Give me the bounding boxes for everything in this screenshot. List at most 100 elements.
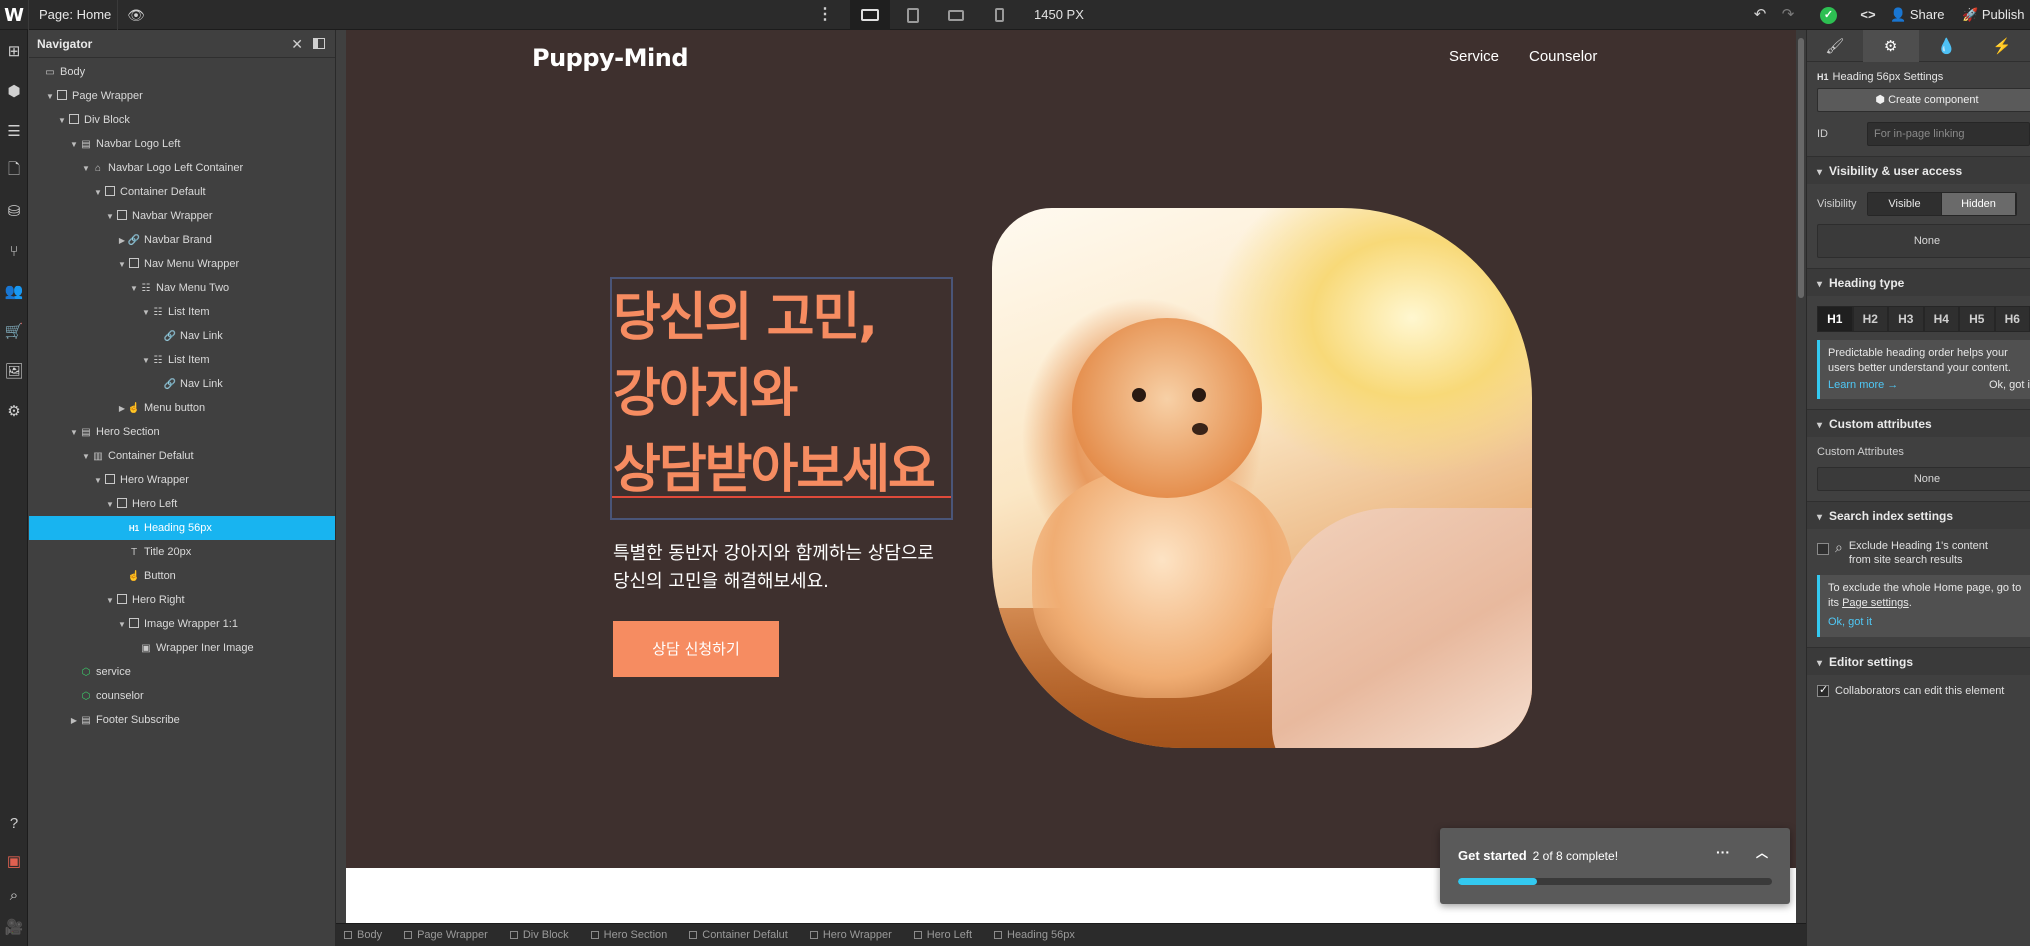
heading-type-h4[interactable]: H4 — [1923, 306, 1959, 332]
navigator-item[interactable]: ▼ ☷ List Item — [29, 300, 335, 324]
caret-down-icon[interactable]: ▼ — [141, 301, 151, 325]
caret-down-icon[interactable]: ▼ — [93, 181, 103, 205]
caret-down-icon[interactable]: ▼ — [93, 469, 103, 493]
hero-section[interactable]: Puppy-Mind Service Counselor 당신의 고민, 강아지… — [346, 30, 1796, 868]
caret-down-icon[interactable]: ▼ — [105, 493, 115, 517]
assets-icon[interactable]: 🖼 — [0, 358, 28, 384]
nav-link-service[interactable]: Service — [1449, 48, 1499, 65]
caret-down-icon[interactable]: ▼ — [105, 589, 115, 613]
video-icon[interactable]: 🎥 — [0, 914, 28, 940]
search-exclude-checkbox[interactable] — [1817, 543, 1829, 555]
webflow-logo[interactable]: W — [0, 0, 28, 30]
navigator-item[interactable]: ▼ Nav Menu Wrapper — [29, 252, 335, 276]
navigator-item[interactable]: ☝ Button — [29, 564, 335, 588]
canvas-scrollbar[interactable] — [1796, 30, 1806, 923]
record-icon[interactable]: ▣ — [0, 848, 28, 874]
editor-settings-section-header[interactable]: Editor settings — [1807, 647, 2030, 675]
heading-type-h3[interactable]: H3 — [1888, 306, 1924, 332]
mobile-portrait-breakpoint-button[interactable] — [979, 0, 1019, 30]
visibility-section-header[interactable]: Visibility & user access — [1807, 156, 2030, 184]
status-check-icon[interactable]: ✓ — [1820, 7, 1837, 24]
navigator-item[interactable]: ▼ ☷ Nav Menu Two — [29, 276, 335, 300]
search-ok-link[interactable]: Ok, got it — [1828, 616, 1872, 628]
page-settings-link[interactable]: Page settings — [1842, 597, 1909, 609]
tablet-breakpoint-button[interactable] — [893, 0, 933, 30]
search-index-section-header[interactable]: Search index settings — [1807, 501, 2030, 529]
more-options-icon[interactable]: ⋮ — [815, 0, 835, 30]
design-canvas[interactable]: Puppy-Mind Service Counselor 당신의 고민, 강아지… — [346, 30, 1796, 923]
logic-icon[interactable]: ⑂ — [0, 238, 28, 264]
breadcrumb-item[interactable]: Div Block — [509, 929, 569, 941]
get-started-widget[interactable]: Get started 2 of 8 complete! ··· ︿ — [1440, 828, 1790, 904]
navigator-item[interactable]: ▭ Body — [29, 60, 335, 84]
custom-attributes-section-header[interactable]: Custom attributes — [1807, 409, 2030, 437]
interactions-bolt-icon[interactable]: ⚡ — [1974, 30, 2030, 62]
visibility-hidden-option[interactable]: Hidden — [1942, 193, 2016, 215]
navigator-item[interactable]: ▼ ☷ List Item — [29, 348, 335, 372]
heading-type-h1[interactable]: H1 — [1817, 306, 1853, 332]
navigator-item[interactable]: ▼ Navbar Wrapper — [29, 204, 335, 228]
caret-down-icon[interactable]: ▼ — [57, 109, 67, 133]
navigator-item[interactable]: H1 Heading 56px — [29, 516, 335, 540]
navbar-brand[interactable]: Puppy-Mind — [532, 44, 689, 72]
navigator-item[interactable]: ⬡ counselor — [29, 684, 335, 708]
breadcrumb-item[interactable]: Heading 56px — [994, 929, 1075, 941]
code-icon[interactable]: <> — [1856, 0, 1880, 30]
navigator-item[interactable]: ▼ Page Wrapper — [29, 84, 335, 108]
navigator-item[interactable]: ▼ ⌂ Navbar Logo Left Container — [29, 156, 335, 180]
collaborators-checkbox[interactable] — [1817, 683, 1829, 698]
caret-down-icon[interactable]: ▼ — [69, 133, 79, 157]
breadcrumb-item[interactable]: Container Defalut — [689, 929, 788, 941]
breadcrumb-item[interactable]: Hero Section — [590, 929, 667, 941]
navigator-item[interactable]: ▼ Hero Left — [29, 492, 335, 516]
dock-panel-icon[interactable] — [313, 38, 325, 49]
consultation-request-button[interactable]: 상담 신청하기 — [613, 621, 779, 677]
cms-icon[interactable]: ⛁ — [0, 198, 28, 224]
navigator-item[interactable]: ▼ ▥ Container Defalut — [29, 444, 335, 468]
heading-type-h5[interactable]: H5 — [1959, 306, 1995, 332]
preview-eye-icon[interactable]: 👁 — [124, 0, 148, 30]
heading-type-h6[interactable]: H6 — [1994, 306, 2030, 332]
visibility-visible-option[interactable]: Visible — [1868, 193, 1942, 215]
nav-link-counselor[interactable]: Counselor — [1529, 48, 1597, 65]
learn-more-link[interactable]: Learn more → — [1828, 379, 1898, 391]
caret-down-icon[interactable]: ▼ — [141, 349, 151, 373]
caret-right-icon[interactable]: ▶ — [117, 397, 127, 421]
navigator-item[interactable]: ⬡ service — [29, 660, 335, 684]
pages-icon[interactable]: 🗋 — [0, 158, 28, 184]
navigator-item[interactable]: T Title 20px — [29, 540, 335, 564]
breadcrumb-item[interactable]: Page Wrapper — [404, 929, 488, 941]
caret-down-icon[interactable]: ▼ — [81, 445, 91, 469]
users-icon[interactable]: 👥 — [0, 278, 28, 304]
settings-gear-icon[interactable]: ⚙ — [0, 398, 28, 424]
mobile-landscape-breakpoint-button[interactable] — [936, 0, 976, 30]
more-icon[interactable]: ··· — [1716, 844, 1730, 860]
settings-gear-icon[interactable]: ⚙ — [1862, 30, 1919, 62]
caret-down-icon[interactable]: ▼ — [117, 253, 127, 277]
navigator-item[interactable]: 🔗 Nav Link — [29, 372, 335, 396]
id-input[interactable]: For in-page linking — [1867, 122, 2030, 146]
create-component-button[interactable]: ⬢ Create component — [1817, 88, 2030, 112]
breadcrumb-item[interactable]: Body — [344, 929, 382, 941]
breadcrumb-item[interactable]: Hero Wrapper — [809, 929, 892, 941]
navigator-item[interactable]: ▶ ▤ Footer Subscribe — [29, 708, 335, 732]
desktop-breakpoint-button[interactable] — [850, 0, 890, 30]
components-icon[interactable]: ⬢ — [0, 78, 28, 104]
help-icon[interactable]: ? — [0, 810, 28, 836]
chevron-up-icon[interactable]: ︿ — [1756, 844, 1768, 861]
style-brush-icon[interactable]: 🖌 — [1807, 30, 1863, 62]
navigator-icon[interactable]: ☰ — [0, 118, 28, 144]
scrollbar-thumb[interactable] — [1798, 38, 1804, 298]
hero-subtitle[interactable]: 특별한 동반자 강아지와 함께하는 상담으로 당신의 고민을 해결해보세요. — [613, 540, 973, 596]
navigator-item[interactable]: ▣ Wrapper Iner Image — [29, 636, 335, 660]
navigator-item[interactable]: ▼ ▤ Navbar Logo Left — [29, 132, 335, 156]
search-icon[interactable]: ⌕ — [0, 882, 28, 908]
navigator-item[interactable]: 🔗 Nav Link — [29, 324, 335, 348]
redo-icon[interactable]: ↷ — [1776, 0, 1800, 30]
close-icon[interactable]: ✕ — [291, 30, 303, 58]
visibility-conditions-box[interactable]: None — [1817, 224, 2030, 258]
caret-right-icon[interactable]: ▶ — [117, 229, 127, 253]
caret-down-icon[interactable]: ▼ — [117, 613, 127, 637]
puppy-image[interactable] — [992, 208, 1532, 748]
page-selector[interactable]: Page: Home — [28, 0, 118, 30]
